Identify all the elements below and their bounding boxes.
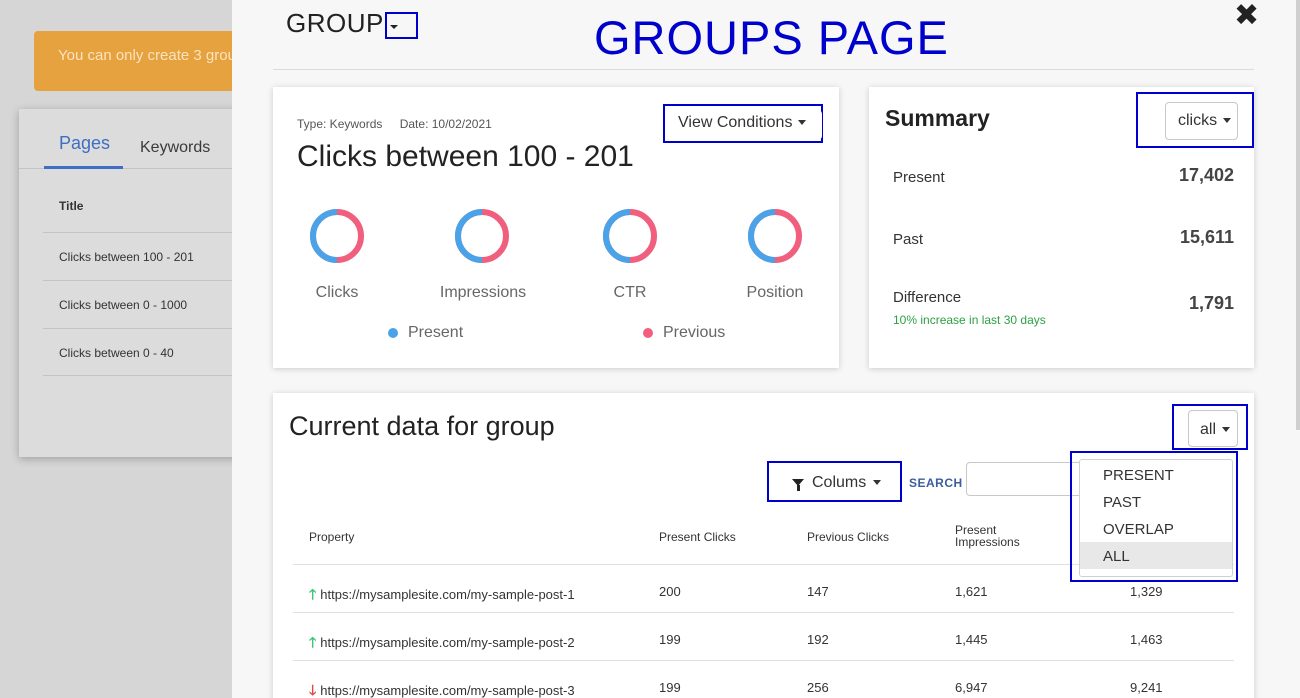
- group-heading: Clicks between 100 - 201: [297, 140, 634, 173]
- difference-note: 10% increase in last 30 days: [893, 313, 1046, 327]
- view-conditions-label: View Conditions: [678, 114, 793, 131]
- chevron-down-icon: [1223, 118, 1232, 124]
- view-conditions-button[interactable]: View Conditions: [668, 110, 822, 140]
- search-label: SEARCH: [909, 476, 963, 490]
- metric-label-ctr: CTR: [613, 284, 647, 301]
- summary-label-difference: Difference: [893, 289, 962, 306]
- ctr-donut-chart: [603, 209, 657, 263]
- menu-item-present[interactable]: PRESENT: [1080, 461, 1232, 488]
- row-previous-impressions: 9,241: [1130, 680, 1163, 695]
- filter-icon: [792, 479, 804, 491]
- table-row: 🡓 https://mysamplesite.com/my-sample-post…: [293, 660, 1234, 698]
- property-url[interactable]: https://mysamplesite.com/my-sample-post-…: [320, 683, 574, 698]
- close-icon[interactable]: ✖: [1234, 0, 1259, 33]
- limit-alert: You can only create 3 groups: [34, 31, 264, 91]
- list-item[interactable]: Clicks between 0 - 40: [43, 328, 249, 376]
- metric-label-clicks: Clicks: [315, 284, 359, 301]
- data-filter-select[interactable]: all: [1188, 410, 1238, 447]
- chevron-down-icon: [798, 120, 807, 126]
- arrow-down-icon: 🡓: [309, 682, 317, 698]
- row-previous-clicks: 192: [807, 632, 829, 647]
- menu-item-all[interactable]: ALL: [1080, 542, 1232, 569]
- present-dot-icon: [388, 327, 398, 338]
- column-header-property: Property: [309, 530, 355, 544]
- summary-metric-value: clicks: [1178, 112, 1218, 129]
- page-title: GROUP: [286, 8, 384, 38]
- columns-button[interactable]: Colums: [775, 465, 893, 498]
- legend-previous: Previous: [643, 324, 725, 342]
- row-present-clicks: 199: [659, 680, 681, 695]
- row-property[interactable]: 🡑 https://mysamplesite.com/my-sample-post…: [309, 632, 575, 656]
- row-present-clicks: 199: [659, 632, 681, 647]
- row-previous-clicks: 256: [807, 680, 829, 695]
- summary-title: Summary: [885, 105, 990, 131]
- groups-list-card: Pages Keywords Title Clicks between 100 …: [19, 109, 249, 457]
- metric-label-impressions: Impressions: [439, 284, 527, 301]
- row-present-clicks: 200: [659, 584, 681, 599]
- row-previous-clicks: 147: [807, 584, 829, 599]
- menu-item-past[interactable]: PAST: [1080, 488, 1232, 515]
- summary-value-difference: 1,791: [1188, 293, 1234, 313]
- row-previous-impressions: 1,463: [1130, 632, 1163, 647]
- page-annotation: GROUPS PAGE: [594, 11, 949, 64]
- legend-previous-label: Previous: [663, 324, 726, 341]
- property-url[interactable]: https://mysamplesite.com/my-sample-post-…: [320, 635, 574, 650]
- filter-dropdown-menu: PRESENT PAST OVERLAP ALL: [1079, 459, 1233, 577]
- arrow-up-icon: 🡑: [309, 586, 317, 602]
- group-type: Type: Keywords: [297, 117, 383, 131]
- summary-metric-select[interactable]: clicks: [1165, 102, 1238, 140]
- group-date: Date: 10/02/2021: [399, 117, 492, 131]
- divider: [273, 69, 1254, 70]
- legend-present-label: Present: [408, 324, 464, 341]
- summary-label-present: Present: [893, 169, 945, 186]
- tab-bar: Pages Keywords: [19, 133, 249, 169]
- chevron-down-icon: [873, 480, 882, 486]
- tab-keywords[interactable]: Keywords: [140, 139, 210, 157]
- list-item[interactable]: Clicks between 0 - 1000: [43, 280, 249, 328]
- search-input[interactable]: [966, 462, 1086, 496]
- property-url[interactable]: https://mysamplesite.com/my-sample-post-…: [320, 587, 574, 602]
- data-title: Current data for group: [289, 411, 555, 441]
- table-header-title: Title: [59, 199, 84, 213]
- chevron-down-icon: [1222, 427, 1231, 433]
- summary-label-past: Past: [893, 231, 924, 248]
- column-header-previous-clicks: Previous Clicks: [807, 530, 890, 544]
- scrollbar[interactable]: [1296, 0, 1300, 430]
- group-select-toggle[interactable]: [385, 12, 418, 39]
- columns-label: Colums: [812, 474, 867, 491]
- table-row: 🡑 https://mysamplesite.com/my-sample-post…: [293, 612, 1234, 660]
- row-present-impressions: 1,445: [955, 632, 988, 647]
- data-filter-value: all: [1200, 421, 1217, 438]
- row-property[interactable]: 🡑 https://mysamplesite.com/my-sample-post…: [309, 584, 575, 608]
- summary-value-present: 17,402: [1178, 165, 1234, 185]
- summary-value-past: 15,611: [1179, 227, 1234, 247]
- column-header-present-clicks: Present Clicks: [659, 530, 736, 544]
- list-item[interactable]: Clicks between 100 - 201: [43, 232, 249, 280]
- row-previous-impressions: 1,329: [1130, 584, 1163, 599]
- arrow-up-icon: 🡑: [309, 634, 317, 650]
- metric-label-position: Position: [746, 284, 804, 301]
- legend-present: Present: [388, 324, 463, 342]
- row-property[interactable]: 🡓 https://mysamplesite.com/my-sample-post…: [309, 680, 575, 698]
- position-donut-chart: [748, 209, 802, 263]
- column-header-present-impressions: Present Impressions: [955, 523, 1020, 549]
- row-present-impressions: 6,947: [955, 680, 988, 695]
- menu-item-overlap[interactable]: OVERLAP: [1080, 515, 1232, 542]
- clicks-donut-chart: [310, 209, 364, 263]
- tab-pages[interactable]: Pages: [44, 133, 123, 169]
- impressions-donut-chart: [455, 209, 509, 263]
- row-present-impressions: 1,621: [955, 584, 988, 599]
- previous-dot-icon: [643, 327, 653, 338]
- group-meta: Type: Keywords Date: 10/02/2021: [297, 117, 492, 131]
